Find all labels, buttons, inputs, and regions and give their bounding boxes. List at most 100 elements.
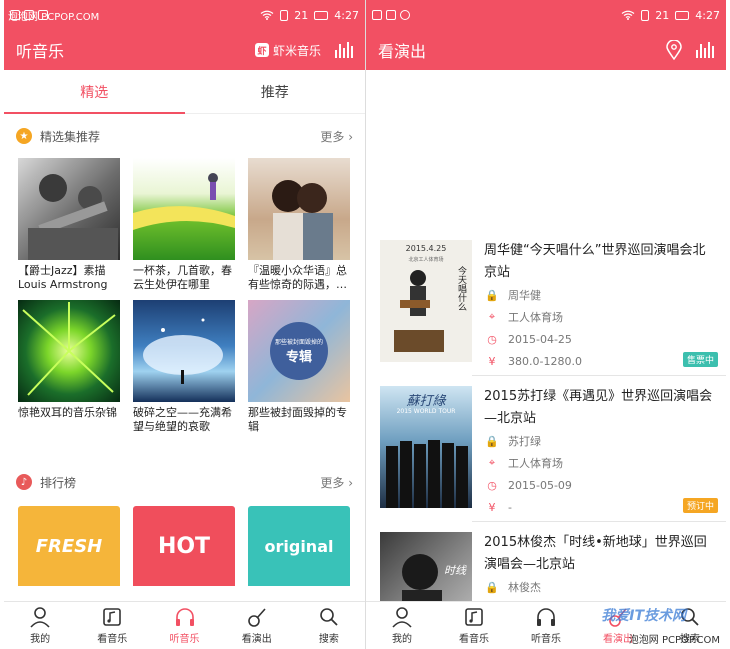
playlist-card[interactable]: 那些被封面毁掉的 专辑 那些被封面毁掉的专辑 [248,300,350,436]
status-bar: 21 4:27 [366,0,726,30]
show-title: 2015林俊杰「时线•新地球」世界巡回演唱会—北京站 [484,535,707,572]
playlist-caption: 一杯茶，几首歌，春云生处伊在哪里 [133,264,232,291]
show-artist: 周华健 [508,289,541,302]
show-title: 周华健“今天唱什么”世界巡回演唱会北京站 [484,243,706,280]
xiami-logo-icon: 虾 [254,43,269,57]
playlist-card[interactable]: 【爵士Jazz】素描Louis Armstrong [18,158,120,294]
show-date-row: ◷ 2015-04-25 [484,328,716,350]
rank-more-link[interactable]: 更多 › [320,474,353,491]
show-artist-row: 🔒 苏打绿 [484,430,716,452]
app-header: 听音乐 虾 虾米音乐 [4,30,365,70]
status-badge: 售票中 [682,352,718,367]
tab-recommend[interactable]: 推荐 [185,70,366,113]
playlist-card[interactable]: 『温暖小众华语』总有些惊奇的际遇，… [248,158,350,294]
featured-more-link[interactable]: 更多 › [320,128,353,145]
rank-tile-original[interactable]: original [248,506,350,586]
nav-watch-music[interactable]: 看音乐 [438,602,510,649]
show-date-row: ◷ 2015-05-09 [484,474,716,496]
nav-mine[interactable]: 我的 [366,602,438,649]
signal-text: 21 [294,8,309,22]
lock-icon: 🔒 [485,288,499,302]
xiami-music-button[interactable]: 虾 虾米音乐 [254,42,321,59]
show-list: 2015.4.25 北京工人体育场 今天唱什么 周华健“今天唱什么”世界巡回演唱… [366,230,726,649]
featured-section-header: ★ 精选集推荐 更多 › [4,114,365,158]
featured-section-title: 精选集推荐 [40,129,101,144]
headphones-icon [175,608,194,626]
rank-tile-fresh[interactable]: FRESH [18,506,120,586]
show-info: 周华健“今天唱什么”世界巡回演唱会北京站 🔒 周华健 ⌖ 工人体育场 ◷ 2015-0… [472,240,726,376]
playlist-cover: 那些被封面毁掉的 专辑 [248,300,350,402]
nav-search[interactable]: 搜索 [293,602,365,649]
playlist-card[interactable]: 惊艳双耳的音乐杂锦 [18,300,120,436]
tab-featured[interactable]: 精选 [4,70,185,114]
show-date: 2015-04-25 [508,332,572,346]
battery-icon [314,10,329,20]
person-icon [30,607,50,628]
location-icon: ⌖ [488,310,496,323]
playlist-caption: 『温暖小众华语』总有些惊奇的际遇，… [248,264,347,291]
playlist-caption: 那些被封面毁掉的专辑 [248,406,347,433]
nav-mine[interactable]: 我的 [4,602,76,649]
app-icon [386,10,396,20]
wifi-icon [621,10,635,20]
show-venue: 工人体育场 [508,457,563,470]
lock-icon: 🔒 [485,434,499,448]
show-poster: 蘇打綠 2015 WORLD TOUR [380,386,472,508]
page-title: 听音乐 [16,42,65,61]
show-item[interactable]: 蘇打綠 2015 WORLD TOUR 2015苏打绿《再遇见》世界巡回演唱会—… [366,376,726,522]
nav-mine-label: 我的 [30,634,51,645]
now-playing-bars-icon[interactable] [696,42,714,58]
show-item[interactable]: 2015.4.25 北京工人体育场 今天唱什么 周华健“今天唱什么”世界巡回演唱… [366,230,726,376]
search-icon [320,608,338,626]
show-artist: 苏打绿 [508,435,541,448]
playlist-caption: 【爵士Jazz】素描Louis Armstrong [18,264,108,291]
show-artist: 林俊杰 [508,581,541,594]
yen-icon: ¥ [488,354,496,368]
playlist-card[interactable]: 破碎之空——充满希望与绝望的哀歌 [133,300,235,436]
show-artist-row: 🔒 林俊杰 [484,576,716,598]
nav-watch-show[interactable]: 看演出 [221,602,293,649]
album-overlay-small-text: 那些被封面毁掉的 [274,339,323,346]
featured-grid: 【爵士Jazz】素描Louis Armstrong 一杯茶，几首歌，春云生处伊在… [4,158,365,436]
status-left-icons [372,10,410,20]
watermark-top: 泡泡网 PCPOP.COM [8,12,100,23]
playlist-caption: 惊艳双耳的音乐杂锦 [18,406,117,419]
clock-icon: ◷ [487,332,497,346]
sim-icon [641,9,650,21]
status-badge: 预订中 [682,498,718,513]
playlist-card[interactable]: 一杯茶，几首歌，春云生处伊在哪里 [133,158,235,294]
show-price: - [508,500,512,514]
playlist-cover [133,158,235,260]
nav-listen-music-label: 听音乐 [169,634,200,645]
playlist-cover [18,300,120,402]
nav-watch-music-label: 看音乐 [459,634,489,645]
rank-tiles: FRESH HOT original [4,506,365,586]
music-note-icon: ♪ [16,474,32,490]
playlist-caption: 破碎之空——充满希望与绝望的哀歌 [133,406,232,433]
watch-show-screen: 21 4:27 看演出 2015.4.25 北京工人体育场 今天唱什么 周华健“… [365,0,726,649]
album-overlay-big-text: 专辑 [285,350,312,365]
show-price-row: ¥ - [484,496,716,518]
battery-icon [675,10,690,20]
guitar-icon [247,608,266,627]
clock-icon: ◷ [487,478,497,492]
show-info: 2015苏打绿《再遇见》世界巡回演唱会—北京站 🔒 苏打绿 ⌖ 工人体育场 ◷ 201… [472,386,726,522]
watermark-logo: 我爱IT技术网 [601,608,686,624]
rank-tile-hot[interactable]: HOT [133,506,235,586]
clock-text: 4:27 [695,8,720,22]
watermark-bottom: 泡泡网 PCPOP.COM [628,635,720,646]
show-poster: 2015.4.25 北京工人体育场 今天唱什么 [380,240,472,362]
wifi-icon [260,10,274,20]
lock-icon: 🔒 [485,580,499,594]
location-pin-icon[interactable] [666,40,682,60]
sim-icon [280,9,289,21]
nav-watch-music[interactable]: 看音乐 [76,602,148,649]
nav-listen-music-label: 听音乐 [531,634,561,645]
location-icon: ⌖ [488,456,496,469]
listen-music-screen: 21 4:27 泡泡网 PCPOP.COM 听音乐 虾 虾米音乐 精选 推荐 ★… [4,0,365,649]
nav-watch-music-label: 看音乐 [97,634,128,645]
nav-listen-music[interactable]: 听音乐 [148,602,220,649]
now-playing-bars-icon[interactable] [335,42,353,58]
nav-listen-music[interactable]: 听音乐 [510,602,582,649]
playlist-cover [248,158,350,260]
